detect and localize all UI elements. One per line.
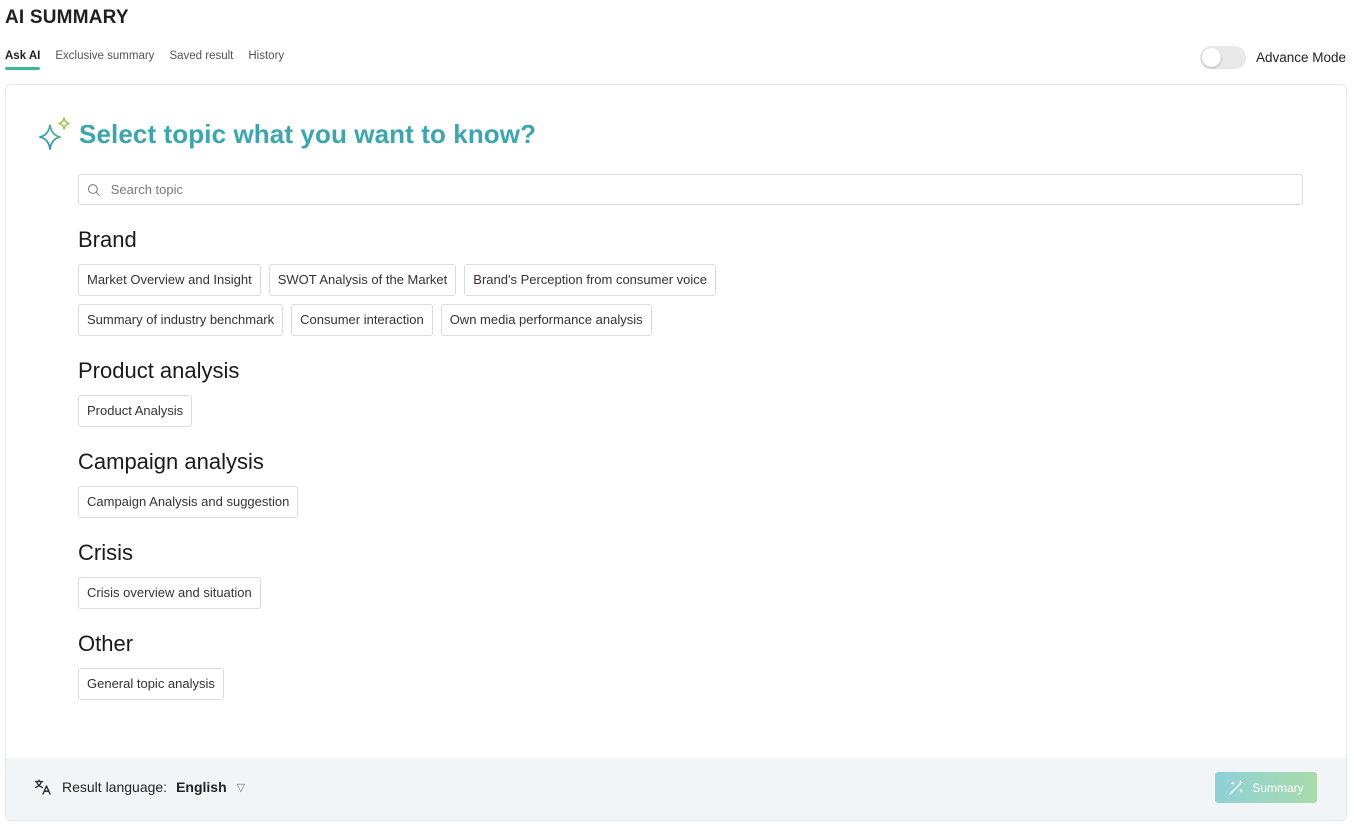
- search-icon: [87, 183, 100, 196]
- section-title-crisis: Crisis: [78, 540, 133, 565]
- tab-exclusive-summary[interactable]: Exclusive summary: [55, 50, 154, 67]
- tab-ask-ai[interactable]: Ask AI: [5, 50, 41, 70]
- topic-chip-own-media-performance[interactable]: Own media performance analysis: [440, 304, 652, 336]
- chip-group-product: Product Analysis: [78, 395, 738, 427]
- chip-group-crisis: Crisis overview and situation: [78, 577, 738, 609]
- panel-footer: Result language: English ▽ Summary: [6, 758, 1346, 820]
- section-title-campaign-analysis: Campaign analysis: [78, 449, 264, 474]
- topic-chip-product-analysis[interactable]: Product Analysis: [78, 395, 193, 427]
- summary-button[interactable]: Summary: [1215, 772, 1317, 803]
- search-input[interactable]: [110, 182, 1302, 197]
- result-language: Result language: English ▽: [34, 778, 245, 796]
- section-campaign-analysis: Campaign analysis Campaign Analysis and …: [78, 447, 1078, 518]
- tab-bar: Ask AI Exclusive summary Saved result Hi…: [5, 50, 284, 70]
- section-title-product-analysis: Product analysis: [78, 358, 240, 383]
- section-title-other: Other: [78, 631, 134, 656]
- topic-chip-crisis-overview[interactable]: Crisis overview and situation: [78, 577, 261, 609]
- section-crisis: Crisis Crisis overview and situation: [78, 538, 1078, 609]
- topic-sections: Brand Market Overview and Insight SWOT A…: [78, 225, 1078, 720]
- tab-saved-result[interactable]: Saved result: [169, 50, 233, 67]
- page-title: AI SUMMARY: [5, 7, 129, 28]
- topic-chip-swot-analysis[interactable]: SWOT Analysis of the Market: [268, 264, 457, 296]
- magic-wand-icon: [1229, 779, 1244, 795]
- search-box: [78, 174, 1303, 205]
- topic-chip-brand-perception[interactable]: Brand's Perception from consumer voice: [464, 264, 716, 296]
- section-other: Other General topic analysis: [78, 629, 1078, 700]
- toggle-knob: [1201, 48, 1221, 67]
- chip-group-campaign: Campaign Analysis and suggestion: [78, 486, 738, 518]
- caret-down-icon[interactable]: ▽: [237, 781, 245, 794]
- topic-chip-industry-benchmark[interactable]: Summary of industry benchmark: [78, 304, 284, 336]
- summary-button-label: Summary: [1252, 780, 1304, 795]
- advance-mode-label: Advance Mode: [1255, 50, 1346, 65]
- topic-question: Select topic what you want to know?: [79, 118, 537, 149]
- topic-panel: Select topic what you want to know? Bran…: [5, 84, 1347, 821]
- chip-group-other: General topic analysis: [78, 668, 738, 700]
- topic-heading: Select topic what you want to know?: [37, 116, 536, 152]
- section-product-analysis: Product analysis Product Analysis: [78, 356, 1078, 427]
- tab-history[interactable]: History: [248, 50, 284, 67]
- section-brand: Brand Market Overview and Insight SWOT A…: [78, 225, 1078, 336]
- advance-mode: Advance Mode: [1199, 46, 1346, 69]
- chip-group-brand: Market Overview and Insight SWOT Analysi…: [78, 264, 738, 336]
- topic-chip-campaign-analysis[interactable]: Campaign Analysis and suggestion: [78, 486, 299, 518]
- sparkle-icon: [39, 117, 70, 150]
- topic-chip-consumer-interaction[interactable]: Consumer interaction: [291, 304, 433, 336]
- section-title-brand: Brand: [78, 227, 137, 252]
- topic-chip-general-topic[interactable]: General topic analysis: [78, 668, 224, 700]
- result-language-label: Result language:: [62, 779, 168, 795]
- advance-mode-toggle[interactable]: [1199, 46, 1246, 69]
- topic-chip-market-overview[interactable]: Market Overview and Insight: [78, 264, 261, 296]
- translate-icon: [34, 779, 51, 795]
- result-language-select[interactable]: English: [176, 779, 227, 795]
